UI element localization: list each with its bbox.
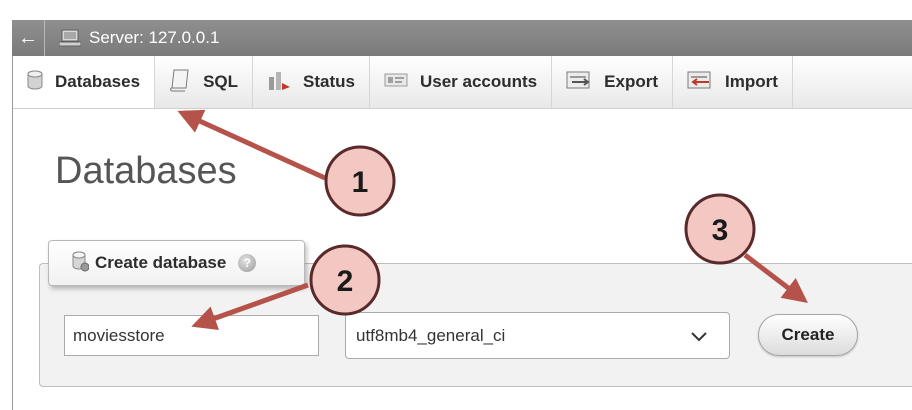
tab-sql[interactable]: SQL [155,56,254,108]
callout-3-label: 3 [712,214,729,247]
legend-label: Create database [95,253,227,272]
export-icon [566,70,592,95]
callout-3: 3 [684,193,756,265]
page: ← Server: 127.0.0.1 Databases SQL Status… [0,0,912,410]
sql-icon [169,68,191,97]
page-title: Databases [55,150,237,192]
tab-label: Databases [55,72,141,91]
tab-export[interactable]: Export [552,56,673,108]
collation-select[interactable]: utf8mb4_general_ci [345,312,730,359]
database-add-icon [71,250,90,277]
tab-label: Status [303,72,355,91]
tab-status[interactable]: Status [253,56,370,108]
tab-user-accounts[interactable]: User accounts [370,56,553,108]
callout-1: 1 [324,145,396,217]
database-name-input[interactable] [64,315,319,356]
callout-1-label: 1 [352,166,369,199]
import-icon [687,70,713,95]
collapse-arrow-icon[interactable]: ← [12,20,45,56]
database-icon [27,70,43,95]
tab-label: Import [725,72,778,91]
server-bar: ← Server: 127.0.0.1 [12,20,912,56]
help-icon[interactable]: ? [238,254,257,272]
tab-import[interactable]: Import [673,56,793,108]
tab-label: Export [604,72,658,91]
tab-label: User accounts [419,72,538,91]
chevron-down-icon [691,327,707,347]
top-tabs: Databases SQL Status User accounts Expor… [13,56,912,109]
tab-label: SQL [203,72,239,91]
create-button[interactable]: Create [758,314,858,356]
user-accounts-icon [384,72,408,93]
collation-selected-value: utf8mb4_general_ci [356,325,506,345]
tab-databases[interactable]: Databases [13,56,156,108]
status-icon [267,69,291,96]
create-database-legend: Create database ? [48,240,305,286]
server-icon [58,29,82,47]
server-label: Server: 127.0.0.1 [89,28,220,47]
